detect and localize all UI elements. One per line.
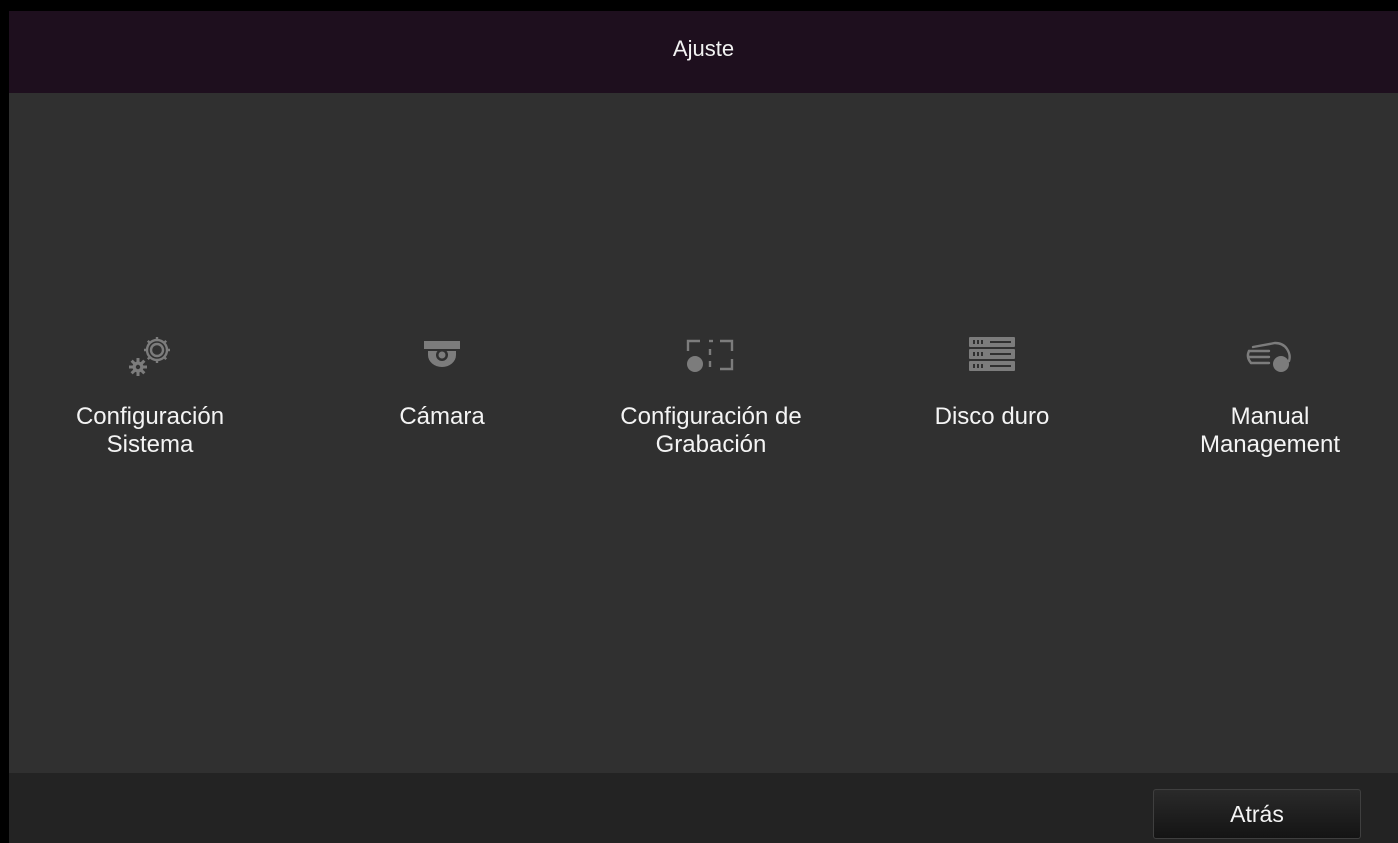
title-bar: Ajuste xyxy=(9,11,1398,93)
menu-item-manual-management[interactable]: Manual Management xyxy=(1150,329,1390,489)
menu-item-hard-disk[interactable]: Disco duro xyxy=(872,329,1112,489)
record-schedule-icon xyxy=(686,339,734,372)
menu-item-label: Configuración xyxy=(75,403,225,430)
menu-item-label-line2: Sistema xyxy=(106,431,194,458)
manual-record-icon xyxy=(1246,341,1291,372)
settings-menu: Configuración Sistema Cámara Configuraci… xyxy=(9,93,1398,773)
page-title: Ajuste xyxy=(672,36,735,61)
gears-icon xyxy=(129,337,170,376)
menu-item-label-line2: Grabación xyxy=(655,431,767,458)
menu-item-system-config[interactable]: Configuración Sistema xyxy=(30,329,270,489)
menu-item-label: Cámara xyxy=(399,403,485,430)
back-button[interactable]: Atrás xyxy=(1153,789,1361,839)
menu-item-label: Disco duro xyxy=(934,403,1050,430)
menu-item-label-line2: Management xyxy=(1199,431,1341,458)
menu-item-label: Configuración de xyxy=(620,403,802,430)
footer-bar: Atrás xyxy=(9,773,1398,843)
menu-item-label: Manual xyxy=(1230,403,1310,430)
menu-item-record-config[interactable]: Configuración de Grabación xyxy=(591,329,831,489)
menu-item-camera[interactable]: Cámara xyxy=(322,329,562,489)
settings-screen: Ajuste Configuración Sistema Cámara Conf… xyxy=(9,11,1398,843)
dome-camera-icon xyxy=(424,341,460,367)
hard-disk-icon xyxy=(969,337,1015,371)
